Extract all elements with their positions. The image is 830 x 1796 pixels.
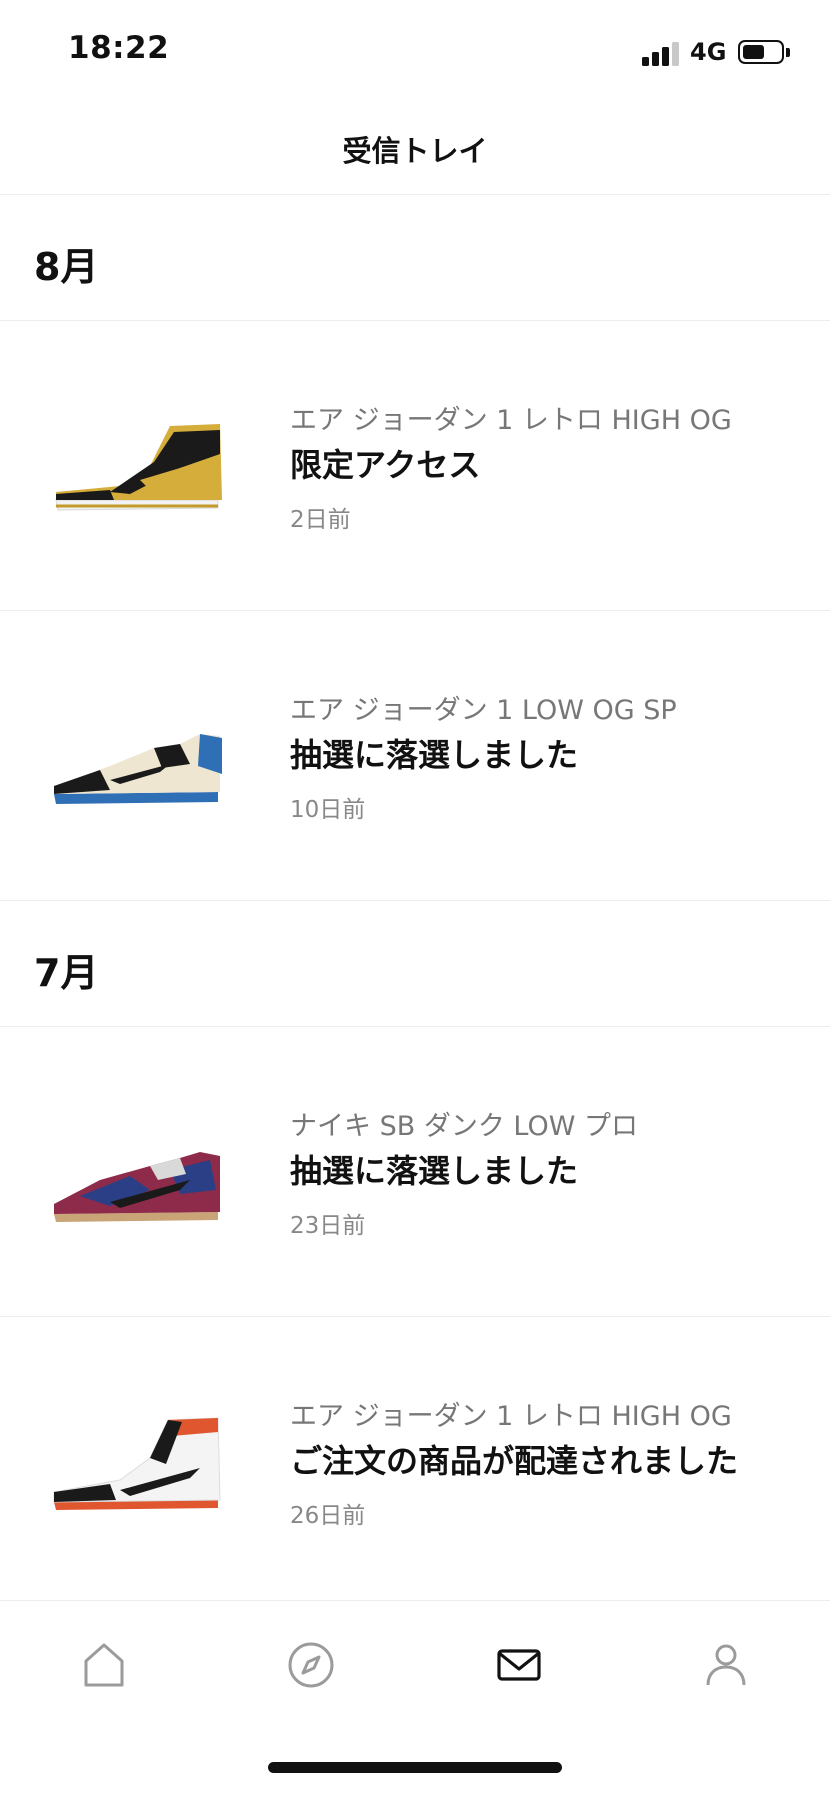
product-thumbnail: [50, 414, 224, 524]
section-divider: [0, 320, 830, 321]
product-thumbnail: [50, 1410, 224, 1520]
notification-time: 10日前: [290, 797, 366, 823]
signal-icon: [642, 40, 682, 66]
item-divider: [0, 610, 830, 611]
sneaker-icon: [55, 424, 222, 511]
product-thumbnail: [50, 1120, 224, 1230]
notification-item[interactable]: エア ジョーダン 1 レトロ HIGH OG ご注文の商品が配達されました 26…: [0, 1318, 830, 1606]
tab-explore[interactable]: [283, 1637, 339, 1693]
item-divider: [0, 900, 830, 901]
notification-time: 26日前: [290, 1503, 366, 1529]
notification-title: 限定アクセス: [290, 446, 481, 484]
product-name: エア ジョーダン 1 レトロ HIGH OG: [290, 1401, 732, 1432]
profile-icon: [706, 1644, 746, 1686]
page-title: 受信トレイ: [342, 134, 488, 168]
product-thumbnail: [50, 704, 224, 814]
sneaker-icon: [53, 1417, 221, 1510]
tab-inbox[interactable]: [491, 1637, 547, 1693]
sneaker-icon: [54, 1152, 220, 1222]
home-indicator[interactable]: [268, 1762, 562, 1773]
product-name: エア ジョーダン 1 LOW OG SP: [290, 695, 677, 726]
item-divider: [0, 1316, 830, 1317]
section-header-august: 8月: [34, 245, 99, 289]
notification-time: 23日前: [290, 1213, 366, 1239]
notification-time: 2日前: [290, 507, 351, 533]
notification-title: 抽選に落選しました: [290, 736, 579, 774]
tab-bar: [0, 1600, 830, 1721]
notification-item[interactable]: ナイキ SB ダンク LOW プロ 抽選に落選しました 23日前: [0, 1028, 830, 1316]
network-type: 4G: [690, 38, 727, 66]
product-name: エア ジョーダン 1 レトロ HIGH OG: [290, 405, 732, 436]
product-name: ナイキ SB ダンク LOW プロ: [290, 1111, 639, 1142]
mail-icon: [497, 1649, 541, 1681]
sneaker-icon: [54, 734, 222, 804]
status-time: 18:22: [68, 30, 170, 66]
tab-profile[interactable]: [698, 1637, 754, 1693]
compass-icon: [288, 1642, 334, 1688]
notification-item[interactable]: エア ジョーダン 1 レトロ HIGH OG 限定アクセス 2日前: [0, 322, 830, 610]
section-header-july: 7月: [34, 951, 99, 995]
header-divider: [0, 194, 830, 195]
status-bar: 18:22 4G: [0, 0, 830, 100]
notification-title: 抽選に落選しました: [290, 1152, 579, 1190]
battery-icon: [738, 40, 784, 64]
notification-item[interactable]: エア ジョーダン 1 LOW OG SP 抽選に落選しました 10日前: [0, 612, 830, 900]
section-divider: [0, 1026, 830, 1027]
notification-title: ご注文の商品が配達されました: [290, 1442, 739, 1480]
tab-home[interactable]: [76, 1637, 132, 1693]
home-icon: [84, 1643, 124, 1687]
